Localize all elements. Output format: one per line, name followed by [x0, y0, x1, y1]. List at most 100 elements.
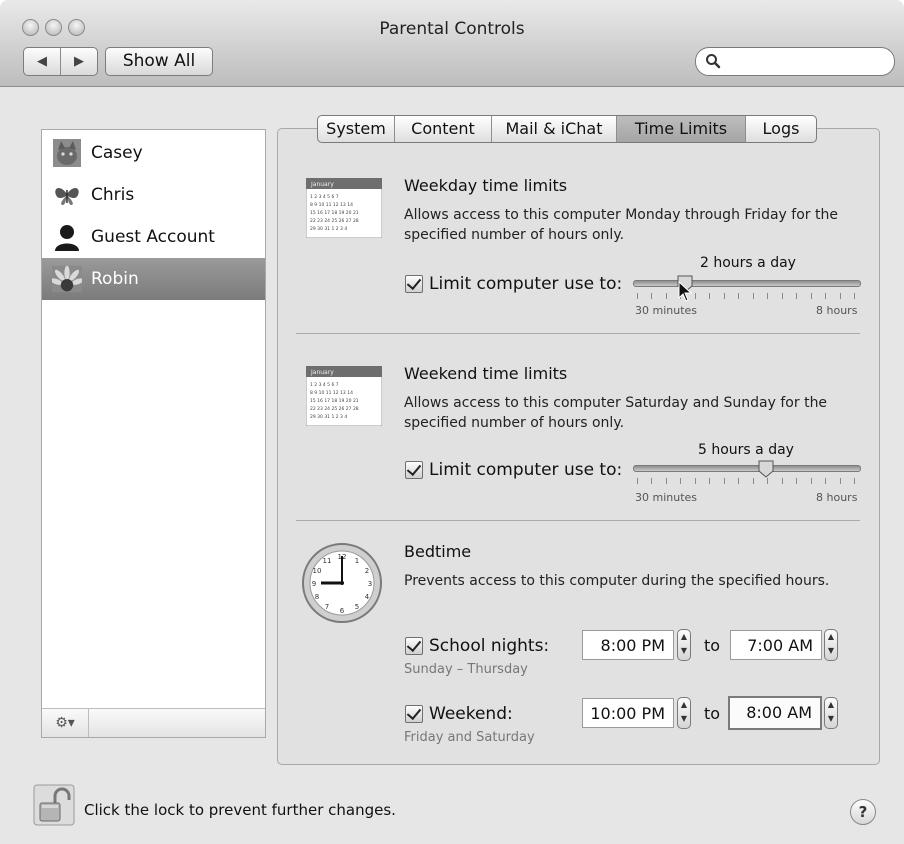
weekend-from-stepper[interactable]: ▲ ▼ [677, 697, 691, 729]
svg-text:15 16 17 18 19 20 21: 15 16 17 18 19 20 21 [310, 210, 359, 216]
user-item-casey[interactable]: Casey [42, 132, 265, 174]
slider-tick [811, 478, 812, 484]
weekday-slider-ticks [637, 293, 855, 299]
slider-tick [825, 478, 826, 484]
user-item-guest-account[interactable]: Guest Account [42, 216, 265, 258]
slider-tick [709, 478, 710, 484]
checkbox-checked[interactable] [405, 461, 423, 479]
slider-tick [651, 293, 652, 299]
weekend-slider-ticks [637, 478, 855, 484]
weekend-from-field[interactable]: 10:00 PM [582, 698, 674, 728]
checkbox-checked[interactable] [405, 275, 423, 293]
user-item-chris[interactable]: Chris [42, 174, 265, 216]
svg-text:8: 8 [315, 593, 319, 601]
back-button[interactable]: ◀ [24, 48, 61, 75]
school-nights-checkbox[interactable]: School nights: [405, 636, 549, 656]
svg-text:11: 11 [323, 557, 332, 565]
svg-text:29 30 31 1 2 3 4: 29 30 31 1 2 3 4 [310, 414, 347, 420]
tab-mail-ichat[interactable]: Mail & iChat [492, 116, 617, 142]
weekend-slider-track[interactable] [633, 465, 861, 472]
weekend-value-label: 5 hours a day [698, 442, 794, 458]
weekday-title: Weekday time limits [404, 176, 568, 195]
help-button[interactable]: ? [850, 799, 876, 825]
svg-text:6: 6 [340, 607, 345, 615]
slider-tick [637, 293, 638, 299]
weekend-description: Allows access to this computer Saturday … [404, 395, 828, 431]
silhouette-avatar-icon [52, 222, 82, 252]
search-icon [706, 54, 721, 69]
slider-tick [796, 293, 797, 299]
weekday-min-label: 30 minutes [635, 304, 698, 317]
svg-text:1 2 3 4 5 6 7: 1 2 3 4 5 6 7 [310, 382, 339, 388]
weekday-limit-checkbox[interactable]: Limit computer use to: [405, 274, 622, 294]
svg-text:2: 2 [365, 567, 369, 575]
show-all-button[interactable]: Show All [105, 47, 213, 76]
bedtime-title: Bedtime [404, 542, 472, 561]
calendar-month: January [310, 181, 334, 188]
slider-tick [695, 478, 696, 484]
window-title: Parental Controls [379, 19, 525, 39]
slider-tick [767, 478, 768, 484]
weekday-description: Allows access to this computer Monday th… [404, 207, 838, 243]
svg-text:3: 3 [368, 580, 372, 588]
slider-tick [695, 293, 696, 299]
lock-message: Click the lock to prevent further change… [84, 801, 396, 819]
tab-bar: System Content Mail & iChat Time Limits … [317, 115, 817, 143]
gear-menu-button[interactable]: ⚙▾ [42, 709, 89, 737]
toolbar: Parental Controls ◀ ▶ Show All [0, 0, 904, 87]
weekday-checkbox-label: Limit computer use to: [429, 274, 623, 294]
slider-tick [840, 478, 841, 484]
user-name: Guest Account [91, 227, 215, 247]
user-item-robin[interactable]: Robin [42, 258, 265, 300]
slider-tick [782, 293, 783, 299]
checkbox-checked[interactable] [405, 637, 423, 655]
slider-tick [637, 478, 638, 484]
weekend-bedtime-checkbox[interactable]: Weekend: [405, 704, 513, 724]
svg-text:22 23 24 25 26 27 28: 22 23 24 25 26 27 28 [310, 218, 359, 224]
slider-tick [666, 478, 667, 484]
calendar-icon: January 1 2 3 4 5 6 7 8 9 10 11 12 13 14… [306, 366, 382, 426]
clock-icon: 1212 345 678 91011 [302, 543, 382, 623]
weekend-slider-thumb[interactable] [758, 460, 774, 478]
school-nights-to-stepper[interactable]: ▲ ▼ [824, 629, 838, 661]
school-nights-from-field[interactable]: 8:00 PM [582, 630, 674, 660]
search-field[interactable] [695, 47, 895, 76]
nav-segment: ◀ ▶ [23, 47, 98, 76]
weekend-to-field[interactable]: 8:00 AM [728, 696, 822, 730]
slider-tick [753, 478, 754, 484]
slider-tick [666, 293, 667, 299]
tab-logs[interactable]: Logs [746, 116, 816, 142]
school-nights-to-field[interactable]: 7:00 AM [730, 630, 822, 660]
slider-tick [796, 478, 797, 484]
window: Parental Controls ◀ ▶ Show All Casey Chr… [0, 0, 904, 844]
section-divider [296, 333, 860, 334]
slider-tick [854, 478, 855, 484]
school-nights-from-stepper[interactable]: ▲ ▼ [677, 629, 691, 661]
svg-text:10: 10 [313, 567, 322, 575]
weekend-max-label: 8 hours [816, 491, 858, 504]
weekday-slider-track[interactable] [633, 280, 861, 287]
checkbox-checked[interactable] [405, 705, 423, 723]
svg-text:8 9 10 11 12 13 14: 8 9 10 11 12 13 14 [310, 390, 353, 396]
slider-tick [782, 478, 783, 484]
mouse-cursor-icon [678, 281, 693, 302]
sidebar-footer: ⚙▾ [42, 708, 265, 737]
svg-text:5: 5 [355, 603, 359, 611]
slider-tick [709, 293, 710, 299]
svg-text:4: 4 [365, 593, 370, 601]
lock-icon[interactable] [33, 784, 75, 826]
weekday-value-label: 2 hours a day [700, 255, 796, 271]
slider-tick [753, 293, 754, 299]
forward-button[interactable]: ▶ [61, 48, 97, 75]
slider-tick [854, 293, 855, 299]
weekend-checkbox-label: Limit computer use to: [429, 460, 623, 480]
calendar-month: January [310, 369, 334, 376]
tab-system[interactable]: System [318, 116, 395, 142]
weekend-limit-checkbox[interactable]: Limit computer use to: [405, 460, 622, 480]
school-nights-label: School nights: [429, 636, 550, 656]
weekend-to-stepper[interactable]: ▲ ▼ [824, 697, 838, 729]
tab-time-limits[interactable]: Time Limits [617, 116, 746, 142]
slider-tick [811, 293, 812, 299]
svg-text:29 30 31 1 2 3 4: 29 30 31 1 2 3 4 [310, 226, 347, 232]
tab-content[interactable]: Content [395, 116, 492, 142]
